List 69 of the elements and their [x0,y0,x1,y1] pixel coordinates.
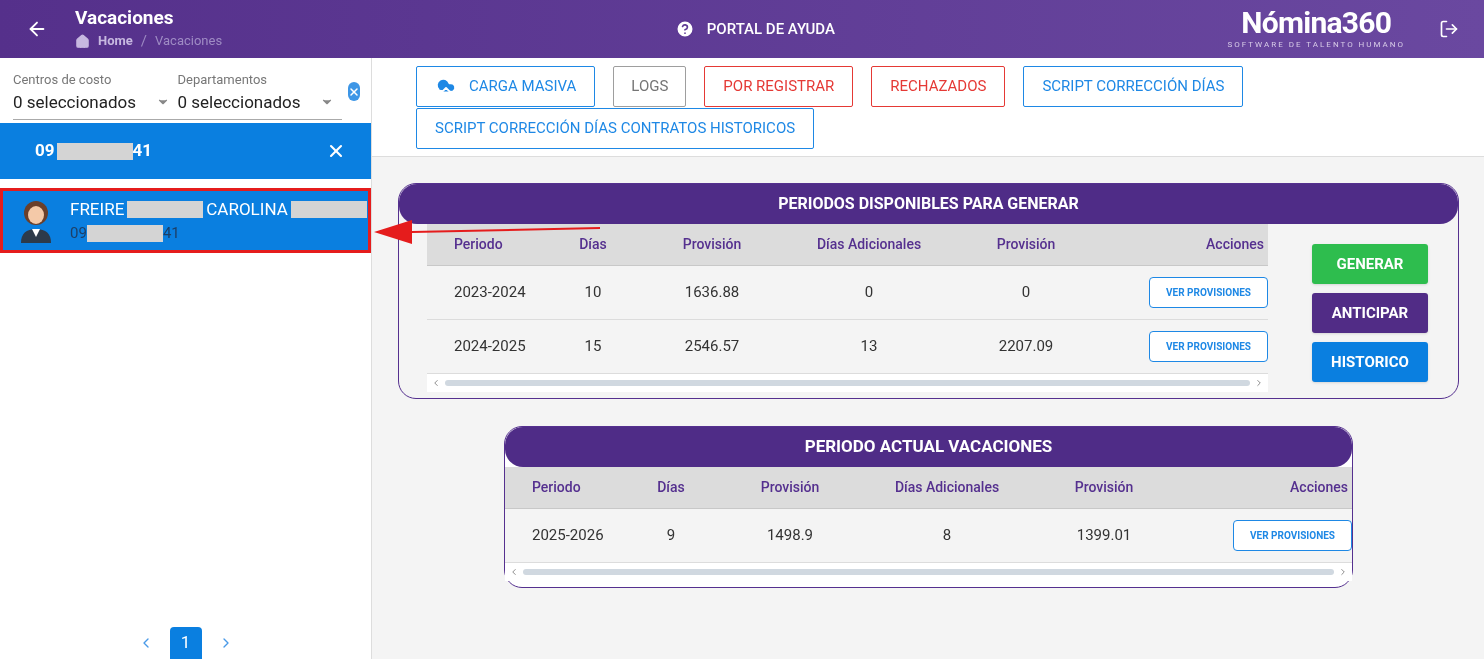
column-header: Periodo [453,235,504,254]
table-cell-text: 2025-2026 [531,525,605,547]
employee-id: 41 [162,223,180,244]
table-cell-text: 2024-2025 [453,336,527,358]
table-cell-text: 0 [863,282,875,304]
column-header: Días [656,478,686,497]
page-title: Vacaciones [75,5,175,30]
section-header: PERIODO ACTUAL VACACIONES [505,427,1352,467]
clear-icon[interactable] [348,82,360,101]
help-icon[interactable] [674,19,695,39]
column-header: Días Adicionales [893,478,1001,497]
avatar-icon [19,198,53,243]
toolbar-button[interactable]: POR REGISTRAR [704,66,854,107]
toolbar-button[interactable]: SCRIPT CORRECCIÓN DÍAS CONTRATOS HISTORICOS [416,108,815,149]
column-header: Periodo [531,478,582,497]
column-header: Días [578,235,608,254]
scroll-right-icon[interactable] [1254,378,1264,388]
action-button[interactable]: GENERAR [1312,244,1428,284]
toolbar-button[interactable]: LOGS [613,66,687,107]
employee-name: FREIRE [70,197,125,221]
brand-tagline: SOFTWARE DE TALENTO HUMANO [1227,39,1405,51]
breadcrumb-separator: / [140,30,147,52]
toolbar-button[interactable]: CARGA MASIVA [416,66,596,107]
table-cell-text: 9 [665,525,677,547]
column-header: Acciones [1205,235,1265,254]
filter-select[interactable]: Centros de costo 0 seleccionados [13,70,178,115]
employee-item[interactable]: FREIRE CAROLINA 09 41 [0,188,371,253]
breadcrumb-item[interactable]: Home [98,31,133,51]
logout-icon[interactable] [1439,19,1459,39]
column-header: Provisión [1073,478,1135,497]
column-header: Días Adicionales [815,235,923,254]
horizontal-scrollbar[interactable] [505,563,1352,581]
table-cell-text: 1498.9 [765,525,815,547]
id-text: 41 [132,139,153,163]
action-button[interactable]: ANTICIPAR [1312,293,1428,333]
brand-logo: Nómina360 [1241,7,1392,39]
table-cell-text: 1399.01 [1075,525,1133,547]
table-cell-text: 0 [1020,282,1032,304]
ver-provisiones-button[interactable]: VER PROVISIONES [1149,331,1268,362]
section-header: PERIODOS DISPONIBLES PARA GENERAR [399,184,1458,224]
breadcrumb-item: Vacaciones [155,32,223,51]
toolbar-button[interactable]: SCRIPT CORRECCIÓN DÍAS [1023,66,1244,107]
horizontal-scrollbar[interactable] [427,374,1268,392]
column-header: Provisión [681,235,743,254]
table-cell-text: 1636.88 [683,282,741,304]
page-button[interactable]: 1 [169,627,202,659]
scroll-left-icon[interactable] [509,567,519,577]
ver-provisiones-button[interactable]: VER PROVISIONES [1149,277,1268,308]
home-icon [75,33,90,49]
table-cell-text: 2023-2024 [453,282,527,304]
filter-select[interactable]: Departamentos 0 seleccionados [177,70,342,115]
ver-provisiones-button[interactable]: VER PROVISIONES [1233,520,1352,551]
action-button[interactable]: HISTORICO [1312,342,1428,382]
column-header: Provisión [995,235,1057,254]
table-cell-text: 10 [583,282,603,304]
scroll-left-icon[interactable] [431,378,441,388]
toolbar-button[interactable]: RECHAZADOS [871,66,1006,107]
table-cell-text: 2546.57 [683,336,741,358]
employee-id: 09 [70,223,87,244]
column-header: Provisión [759,478,821,497]
table-cell-text: 13 [859,336,879,358]
id-text: 09 [35,139,55,163]
help-link[interactable]: PORTAL DE AYUDA [706,17,835,41]
scroll-right-icon[interactable] [1338,567,1348,577]
table-cell-text: 8 [941,525,953,547]
employee-name: CAROLINA [206,197,288,221]
table-cell-text: 15 [583,336,603,358]
column-header: Acciones [1289,478,1349,497]
table-cell-text: 2207.09 [997,336,1055,358]
